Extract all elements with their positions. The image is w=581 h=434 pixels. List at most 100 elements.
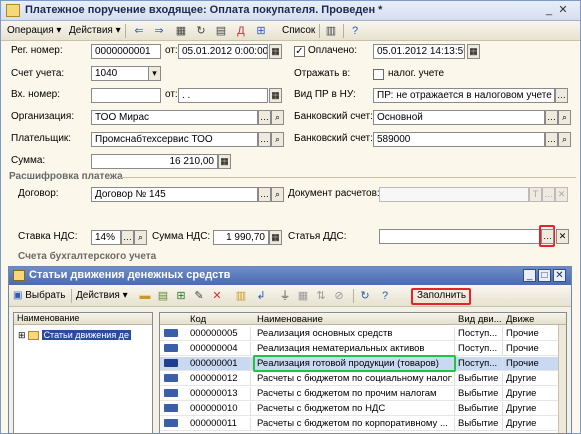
item-icon bbox=[164, 389, 178, 397]
in-number-field[interactable] bbox=[91, 88, 161, 103]
sum-field[interactable]: 16 210,00 bbox=[91, 154, 218, 169]
org-field[interactable]: ТОО Мирас bbox=[91, 110, 258, 125]
table-row[interactable]: 000000010 Расчеты с бюджетом по НДС Выбыти… bbox=[160, 402, 566, 416]
vat-sum-field[interactable]: 1 990,70 bbox=[213, 230, 269, 245]
item-icon bbox=[164, 374, 178, 382]
structure-icon[interactable]: ⊞ bbox=[253, 23, 269, 39]
select-dots-button[interactable]: … bbox=[258, 187, 271, 202]
select-dots-button[interactable]: … bbox=[121, 230, 134, 245]
add-group-icon[interactable]: ▤ bbox=[155, 288, 171, 304]
payer-field[interactable]: Промснабтехсервис ТОО bbox=[91, 132, 258, 147]
paid-date-field[interactable]: 05.01.2012 14:13:59 bbox=[373, 44, 465, 59]
search-icon[interactable]: ⌕ bbox=[271, 110, 284, 125]
tree-item[interactable]: ⊞ Статьи движения де bbox=[18, 328, 131, 342]
account-select[interactable]: 1040 bbox=[91, 66, 149, 81]
help-icon[interactable]: ? bbox=[377, 288, 393, 304]
refresh-icon[interactable]: ↻ bbox=[357, 288, 373, 304]
contract-field[interactable]: Договор № 145 bbox=[91, 187, 258, 202]
fill-button[interactable]: Заполнить bbox=[417, 288, 466, 304]
select-dots-button[interactable]: … bbox=[542, 187, 555, 202]
search-icon[interactable]: ⌕ bbox=[558, 132, 571, 147]
folder-icon bbox=[13, 270, 25, 281]
reg-number-field[interactable]: 0000000001 bbox=[91, 44, 161, 59]
list-button[interactable]: Список bbox=[282, 23, 315, 39]
table-row[interactable]: 000000004 Реализация нематериальных актив… bbox=[160, 342, 566, 356]
copy-icon[interactable]: ⊞ bbox=[173, 288, 189, 304]
paid-checkbox[interactable]: ✓ bbox=[294, 46, 305, 57]
clear-icon[interactable]: ✕ bbox=[556, 229, 569, 244]
grid-icon[interactable]: ▦ bbox=[173, 23, 189, 39]
column-header-movement[interactable]: Движе bbox=[506, 313, 534, 326]
reg-number-label: Рег. номер: bbox=[11, 45, 63, 56]
table-row[interactable]: 000000011 Расчеты с бюджетом по корпорати… bbox=[160, 417, 566, 431]
move-icon[interactable]: ↲ bbox=[253, 288, 269, 304]
post-icon[interactable]: Д bbox=[233, 23, 249, 39]
bank-account-2-field[interactable]: 589000 bbox=[373, 132, 545, 147]
select-dots-button[interactable]: … bbox=[541, 229, 554, 244]
forward-icon[interactable]: ⇒ bbox=[151, 23, 167, 39]
vat-rate-field[interactable]: 14% bbox=[91, 230, 121, 245]
delete-icon[interactable]: ✕ bbox=[209, 288, 225, 304]
search-icon[interactable]: ⌕ bbox=[134, 230, 147, 245]
search-icon[interactable]: ⌕ bbox=[271, 187, 284, 202]
back-icon[interactable]: ⇐ bbox=[131, 23, 147, 39]
close-icon[interactable]: ✕ bbox=[557, 4, 569, 16]
minimize-icon[interactable]: _ bbox=[523, 269, 536, 282]
filter-list-icon[interactable]: ▦ bbox=[295, 288, 311, 304]
actions-label: Действия bbox=[69, 25, 113, 36]
table-row[interactable]: 000000012 Расчеты с бюджетом по социально… bbox=[160, 372, 566, 386]
column-header-type[interactable]: Вид дви... bbox=[458, 313, 502, 326]
maximize-icon[interactable]: □ bbox=[538, 269, 551, 282]
bank-account-2-label: Банковский счет: bbox=[294, 133, 373, 144]
select-dots-button[interactable]: … bbox=[545, 132, 558, 147]
hierarchy-icon[interactable]: ▥ bbox=[323, 23, 339, 39]
filter-icon[interactable]: ⏚ bbox=[277, 288, 293, 304]
date-field[interactable]: 05.01.2012 0:00:00 bbox=[178, 44, 268, 59]
table-row[interactable]: 000000005 Реализация основных средств Пост… bbox=[160, 327, 566, 341]
search-icon[interactable]: ⌕ bbox=[558, 110, 571, 125]
select-dots-button[interactable]: … bbox=[555, 88, 568, 103]
vid-field[interactable]: ПР: не отражается в налоговом учете bbox=[373, 88, 555, 103]
settlement-doc-field[interactable] bbox=[379, 187, 529, 202]
select-dots-button[interactable]: … bbox=[258, 132, 271, 147]
actions-menu[interactable]: Действия ▾ bbox=[69, 23, 121, 39]
clear-filter-icon[interactable]: ⊘ bbox=[331, 288, 347, 304]
table-row[interactable]: 000000001 Реализация готовой продукции (т… bbox=[160, 355, 566, 372]
calculator-icon[interactable]: ▦ bbox=[269, 230, 282, 245]
type-icon[interactable]: T bbox=[529, 187, 542, 202]
org-label: Организация: bbox=[11, 111, 75, 122]
edit-icon[interactable]: ✎ bbox=[191, 288, 207, 304]
select-button[interactable]: ▣ Выбрать bbox=[13, 288, 66, 304]
cell-code: 000000011 bbox=[190, 418, 237, 429]
help-icon[interactable]: ? bbox=[347, 23, 363, 39]
chevron-down-icon[interactable]: ▾ bbox=[148, 66, 161, 81]
table-row[interactable]: 000000013 Расчеты с бюджетом по прочим на… bbox=[160, 387, 566, 401]
in-date-field[interactable]: . . bbox=[178, 88, 268, 103]
actions-menu[interactable]: Действия ▾ bbox=[76, 288, 128, 304]
select-dots-button[interactable]: … bbox=[258, 110, 271, 125]
sort-icon[interactable]: ⇅ bbox=[313, 288, 329, 304]
hierarchy-icon[interactable]: ▥ bbox=[233, 288, 249, 304]
tax-checkbox[interactable] bbox=[373, 69, 384, 80]
column-header-name[interactable]: Наименование bbox=[257, 313, 323, 326]
separator bbox=[353, 289, 354, 303]
minimize-icon[interactable]: _ bbox=[543, 4, 555, 16]
window-title: Платежное поручение входящее: Оплата пок… bbox=[25, 4, 383, 16]
section-accounts-title: Счета бухгалтерского учета bbox=[18, 251, 157, 262]
bank-account-field[interactable]: Основной bbox=[373, 110, 545, 125]
clear-icon[interactable]: ✕ bbox=[555, 187, 568, 202]
print-icon[interactable]: ▤ bbox=[213, 23, 229, 39]
refresh-icon[interactable]: ↻ bbox=[193, 23, 209, 39]
operation-menu[interactable]: Операция ▾ bbox=[7, 23, 61, 39]
calendar-icon[interactable]: ▦ bbox=[269, 44, 282, 59]
search-icon[interactable]: ⌕ bbox=[271, 132, 284, 147]
close-icon[interactable]: ✕ bbox=[553, 269, 566, 282]
calculator-icon[interactable]: ▦ bbox=[218, 154, 231, 169]
select-dots-button[interactable]: … bbox=[545, 110, 558, 125]
scrollbar[interactable] bbox=[558, 325, 566, 433]
calendar-icon[interactable]: ▦ bbox=[269, 88, 282, 103]
dds-field[interactable] bbox=[379, 229, 541, 244]
add-icon[interactable]: ▬ bbox=[137, 288, 153, 304]
calendar-icon[interactable]: ▦ bbox=[467, 44, 480, 59]
column-header-code[interactable]: Код bbox=[190, 313, 206, 326]
